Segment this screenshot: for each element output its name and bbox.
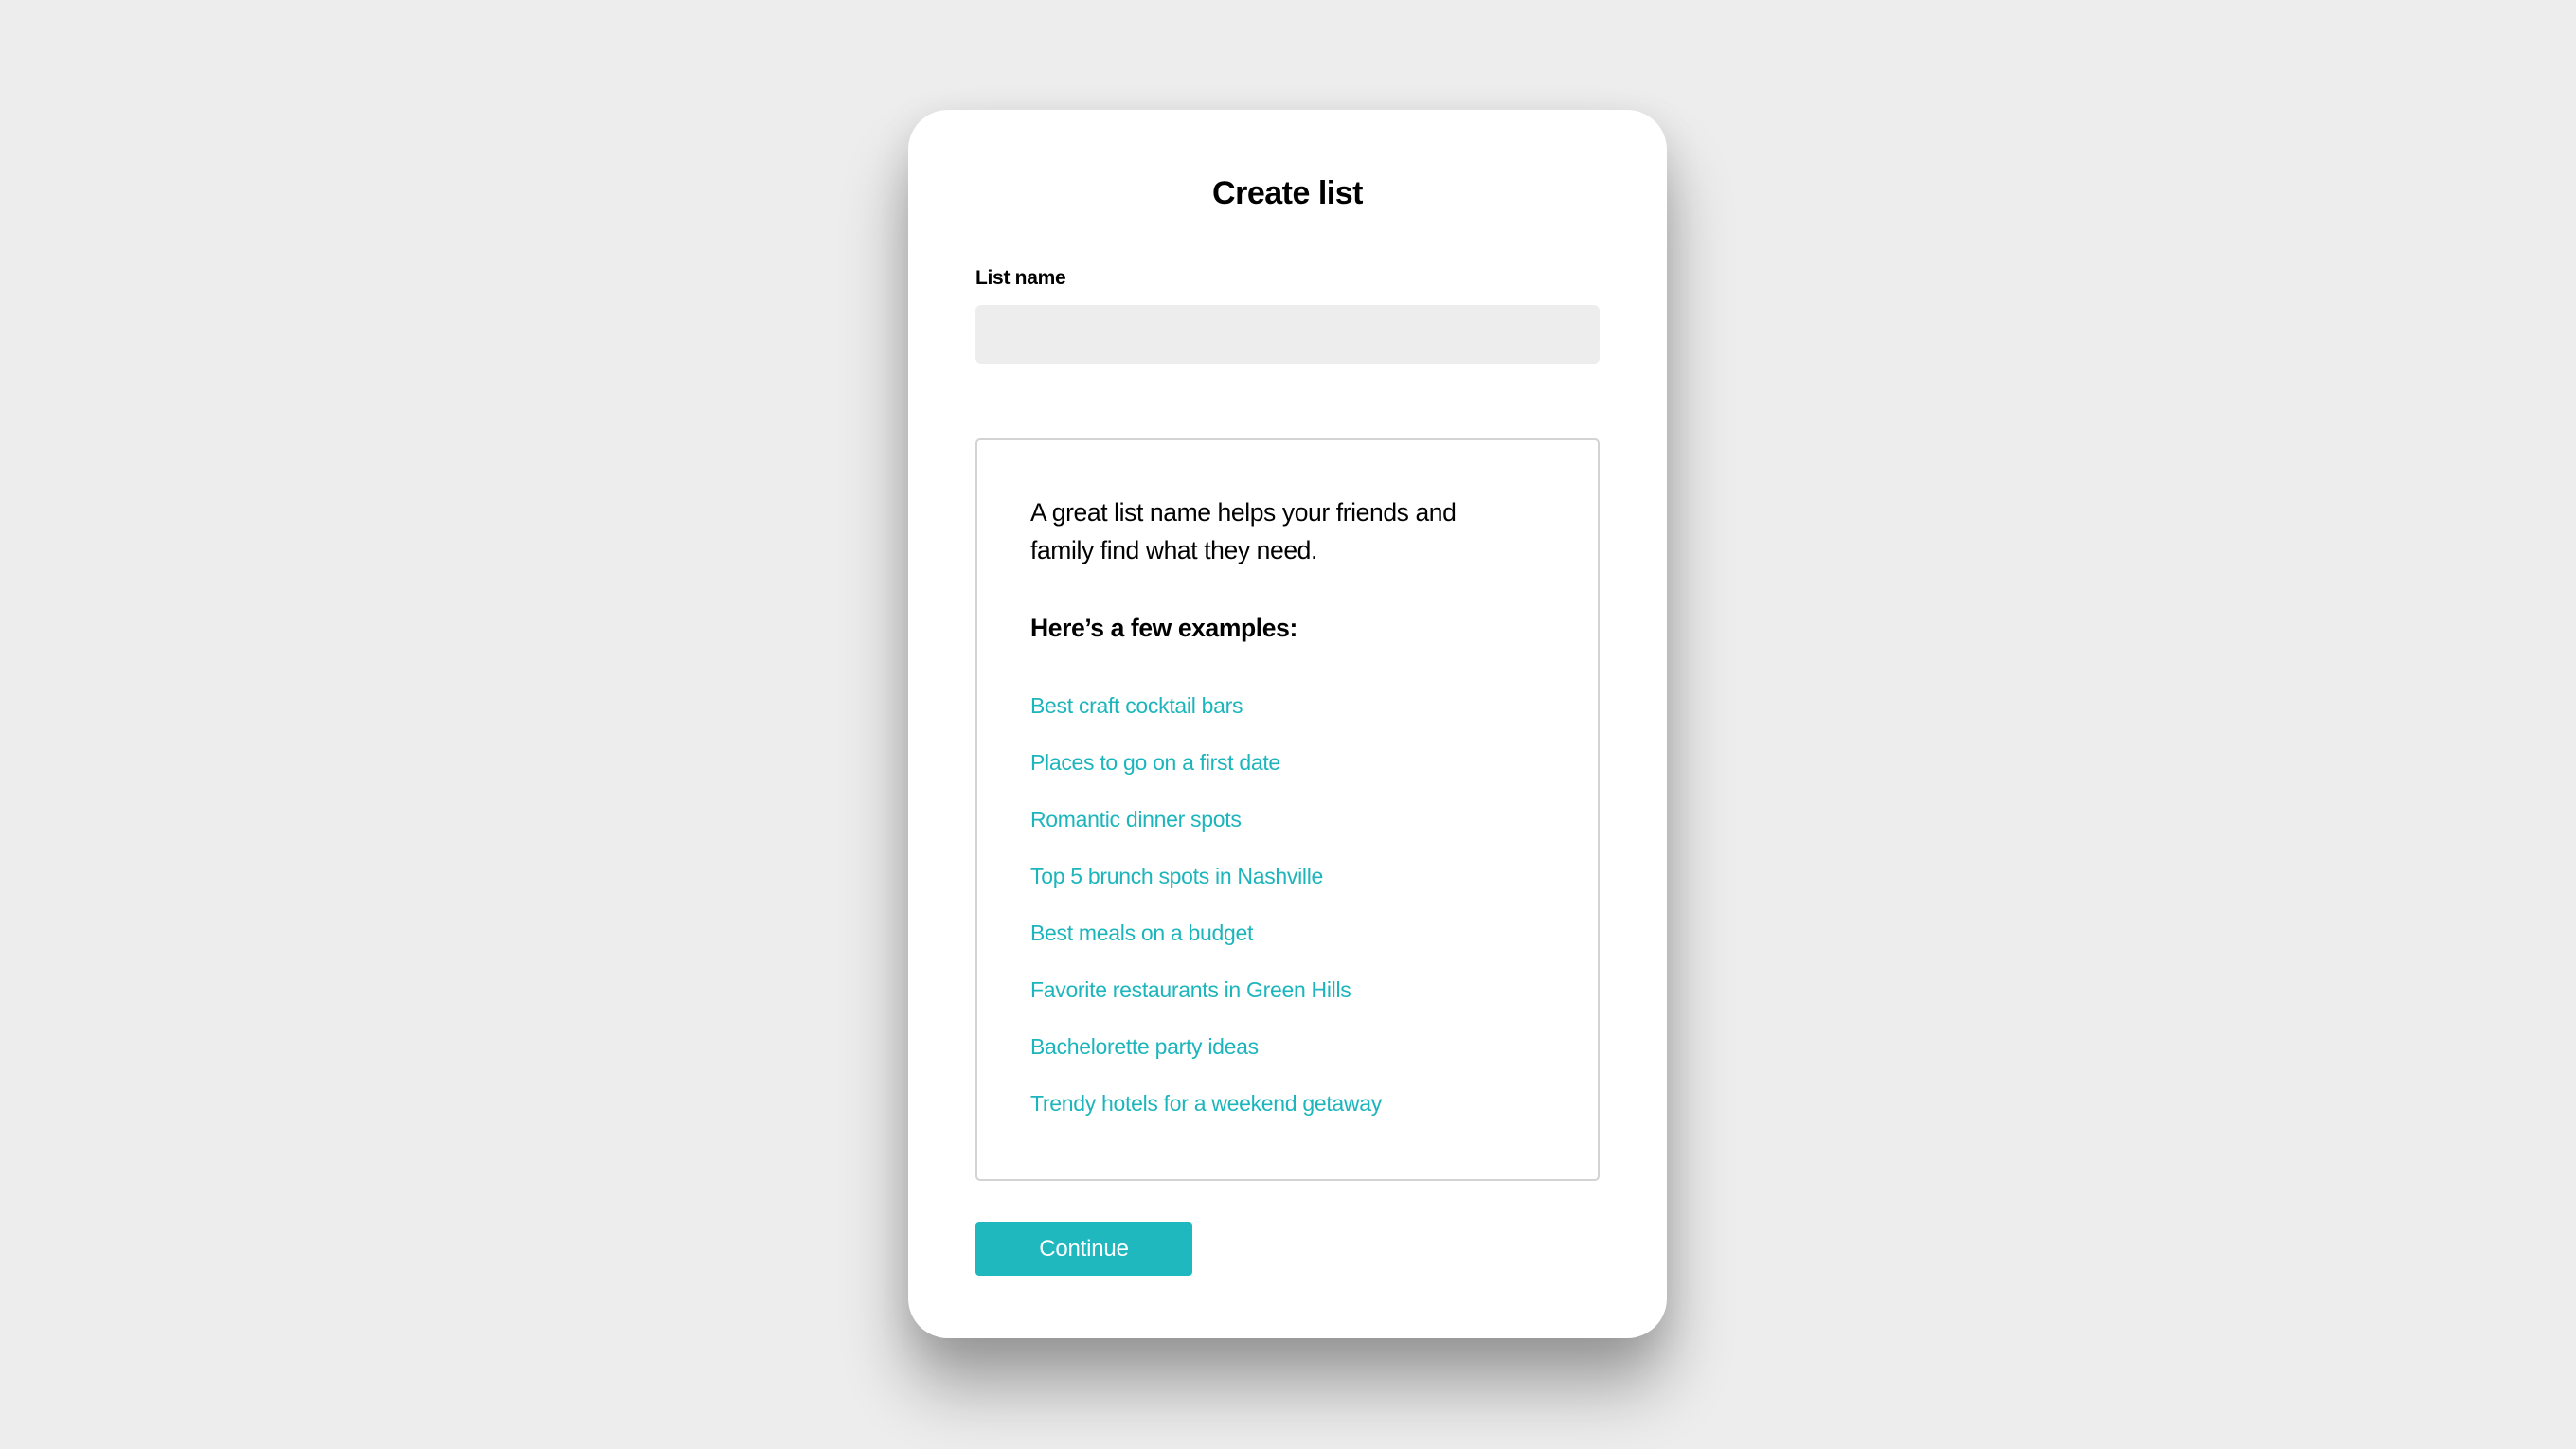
example-suggestion-link[interactable]: Best craft cocktail bars [1030, 691, 1243, 720]
examples-box: A great list name helps your friends and… [975, 438, 1600, 1181]
continue-button[interactable]: Continue [975, 1222, 1192, 1276]
intro-text-line: family find what they need. [1030, 536, 1317, 564]
list-name-input[interactable] [975, 305, 1600, 364]
intro-text-line: A great list name helps your friends and [1030, 498, 1457, 527]
example-suggestion-link[interactable]: Trendy hotels for a weekend getaway [1030, 1089, 1382, 1118]
examples-heading: Here’s a few examples: [1030, 614, 1297, 642]
example-suggestion-link[interactable]: Best meals on a budget [1030, 919, 1253, 947]
example-suggestion-link[interactable]: Romantic dinner spots [1030, 805, 1242, 833]
example-suggestion-link[interactable]: Favorite restaurants in Green Hills [1030, 975, 1351, 1004]
list-name-label: List name [975, 267, 1066, 289]
example-suggestion-link[interactable]: Top 5 brunch spots in Nashville [1030, 862, 1323, 890]
dialog-title: Create list [1212, 175, 1363, 211]
example-suggestion-link[interactable]: Bachelorette party ideas [1030, 1032, 1259, 1061]
create-list-dialog: Create list List name A great list name … [908, 110, 1667, 1338]
example-suggestion-link[interactable]: Places to go on a first date [1030, 748, 1280, 777]
